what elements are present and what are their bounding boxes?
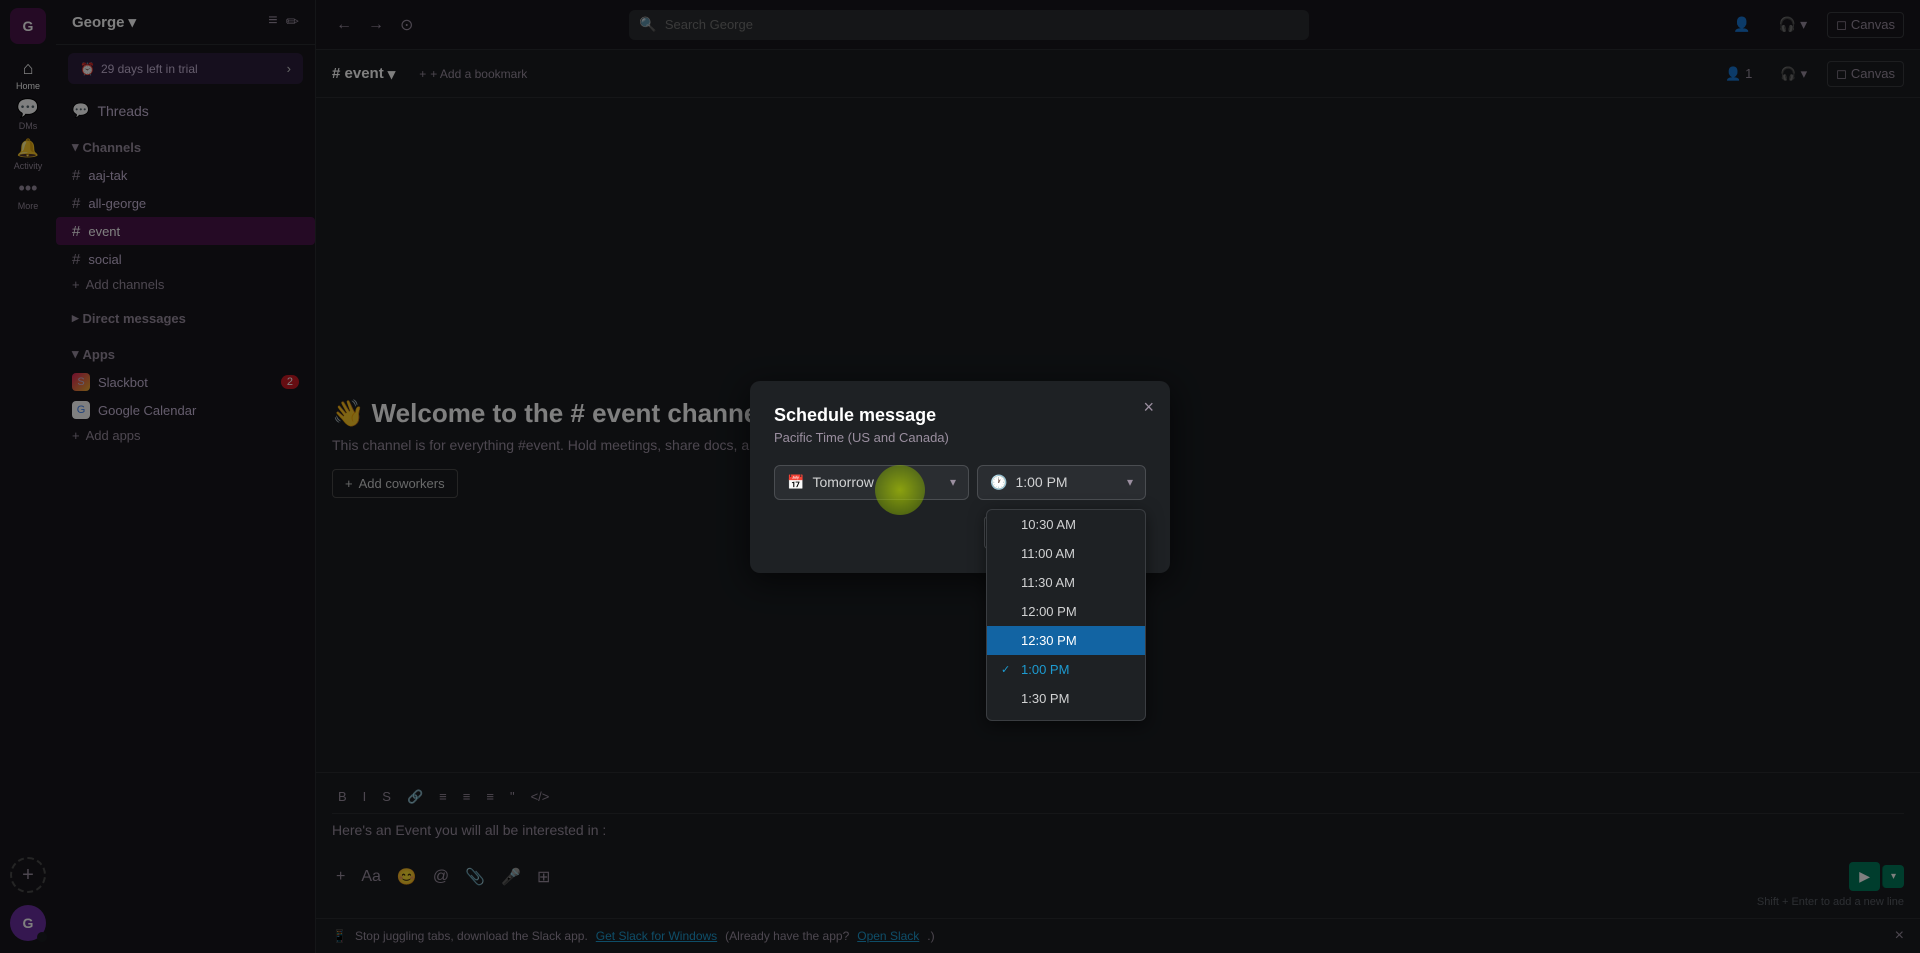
modal-overlay: Schedule message Pacific Time (US and Ca… (0, 0, 1920, 953)
modal-controls-row: 📅 Tomorrow ▾ 🕐 1:00 PM ▾ 10:30 AM11:00 A… (774, 465, 1146, 500)
time-option-1-30-pm[interactable]: 1:30 PM (987, 684, 1145, 713)
clock-icon: 🕐 (990, 474, 1007, 491)
modal-subtitle: Pacific Time (US and Canada) (774, 430, 1146, 445)
date-value: Tomorrow (812, 474, 873, 490)
time-value: 1:00 PM (1015, 474, 1067, 490)
calendar-icon: 📅 (787, 474, 804, 491)
modal-title: Schedule message (774, 405, 1146, 426)
time-options-popup: 10:30 AM11:00 AM11:30 AM12:00 PM12:30 PM… (986, 509, 1146, 721)
time-options-list: 10:30 AM11:00 AM11:30 AM12:00 PM12:30 PM… (987, 510, 1145, 720)
date-arrow-icon: ▾ (950, 475, 956, 489)
time-option-2-00-pm[interactable]: 2:00 PM (987, 713, 1145, 720)
check-icon: ✓ (1001, 663, 1015, 676)
time-option-10-30-am[interactable]: 10:30 AM (987, 510, 1145, 539)
time-option-11-00-am[interactable]: 11:00 AM (987, 539, 1145, 568)
time-option-1-00-pm[interactable]: ✓1:00 PM (987, 655, 1145, 684)
time-option-11-30-am[interactable]: 11:30 AM (987, 568, 1145, 597)
schedule-message-modal: Schedule message Pacific Time (US and Ca… (750, 381, 1170, 573)
modal-close-button[interactable]: × (1143, 397, 1154, 418)
time-arrow-icon: ▾ (1127, 475, 1133, 489)
time-dropdown[interactable]: 🕐 1:00 PM ▾ (977, 465, 1146, 500)
time-option-12-30-pm[interactable]: 12:30 PM (987, 626, 1145, 655)
time-dropdown-container: 🕐 1:00 PM ▾ 10:30 AM11:00 AM11:30 AM12:0… (977, 465, 1146, 500)
time-option-12-00-pm[interactable]: 12:00 PM (987, 597, 1145, 626)
date-dropdown[interactable]: 📅 Tomorrow ▾ (774, 465, 969, 500)
